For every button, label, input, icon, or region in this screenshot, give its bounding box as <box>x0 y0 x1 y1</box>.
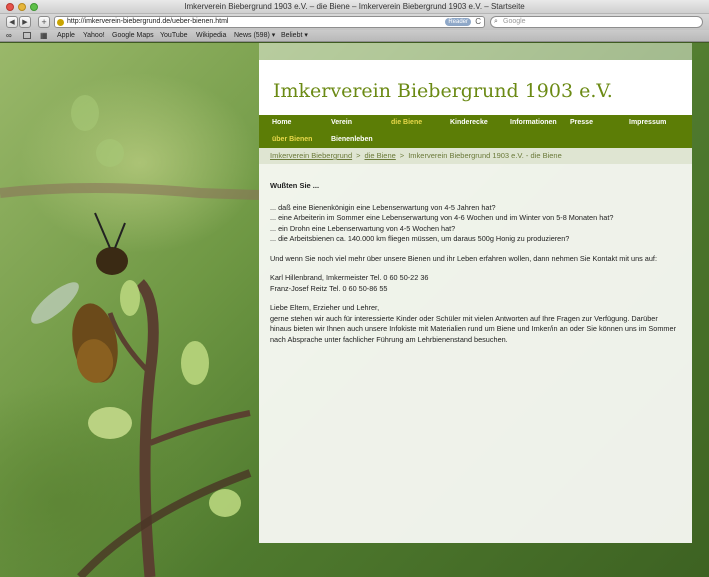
submenu-item-bienenleben[interactable]: Bienenleben <box>331 136 373 143</box>
fact-item: ... die Arbeitsbienen ca. 140.000 km fli… <box>270 234 570 243</box>
submenu-item-ueber-bienen[interactable]: über Bienen <box>272 136 312 143</box>
top-sites-grid-icon[interactable]: ▦ <box>40 30 48 41</box>
contact-item: Karl Hillenbrand, Imkermeister Tel. 0 60… <box>270 273 429 282</box>
window-title: Imkerverein Biebergrund 1903 e.V. – die … <box>184 2 525 11</box>
breadcrumb-link-home[interactable]: Imkerverein Biebergrund <box>270 151 352 160</box>
bookmarks-book-icon[interactable] <box>23 32 31 39</box>
address-bar-url: http://imkerverein-biebergrund.de/ueber-… <box>67 18 229 25</box>
menu-item-informationen[interactable]: Informationen <box>510 119 557 126</box>
main-menu: Home Verein die Biene Kinderecke Informa… <box>259 115 692 148</box>
menu-item-kinderecke[interactable]: Kinderecke <box>450 119 488 126</box>
zoom-window-button[interactable] <box>30 3 38 11</box>
bookmark-news[interactable]: News (598) ▾ <box>234 30 275 41</box>
breadcrumb: Imkerverein Biebergrund > die Biene > Imkerv… <box>259 148 692 164</box>
fact-item: ... eine Arbeiterin im Sommer eine Leben… <box>270 213 614 222</box>
bookmark-beliebt[interactable]: Beliebt ▾ <box>281 30 308 41</box>
site-header: Imkerverein Biebergrund 1903 e.V. <box>259 60 692 115</box>
reader-button[interactable]: Reader <box>445 18 471 26</box>
forward-button[interactable]: ▶ <box>19 16 31 28</box>
add-bookmark-button[interactable]: + <box>38 16 50 28</box>
fact-item: ... daß eine Bienenkönigin eine Lebenser… <box>270 202 496 212</box>
close-window-button[interactable] <box>6 3 14 11</box>
fact-item: ... ein Drohn eine Lebenserwartung von 4… <box>270 223 456 233</box>
content-heading: Wußten Sie ... <box>270 181 320 190</box>
bookmarks-bar: ∞ ▦ Apple Yahoo! Google Maps YouTube Wik… <box>0 30 709 42</box>
site-favicon-icon <box>57 19 64 26</box>
bookmark-google-maps[interactable]: Google Maps <box>112 30 154 41</box>
back-button[interactable]: ◀ <box>6 16 18 28</box>
bookmark-yahoo[interactable]: Yahoo! <box>83 30 105 41</box>
page-top-strip <box>259 43 692 60</box>
address-bar[interactable]: http://imkerverein-biebergrund.de/ueber-… <box>54 16 485 28</box>
menu-item-verein[interactable]: Verein <box>331 119 352 126</box>
bookmark-youtube[interactable]: YouTube <box>160 30 188 41</box>
breadcrumb-separator: > <box>399 151 405 160</box>
menu-item-impressum[interactable]: Impressum <box>629 119 666 126</box>
browser-toolbar: ◀ ▶ + http://imkerverein-biebergrund.de/… <box>0 14 709 30</box>
search-field[interactable]: ⌕ Google <box>490 16 703 28</box>
parents-section: Liebe Eltern, Erzieher und Lehrer, gerne… <box>270 303 681 345</box>
search-icon: ⌕ <box>494 18 498 25</box>
search-placeholder: Google <box>503 18 526 25</box>
facts-list: ... daß eine Bienenkönigin eine Lebenser… <box>270 203 681 245</box>
menu-item-home[interactable]: Home <box>272 119 291 126</box>
site-title[interactable]: Imkerverein Biebergrund 1903 e.V. <box>273 80 613 102</box>
parents-text: gerne stehen wir auch für interessierte … <box>270 313 677 344</box>
minimize-window-button[interactable] <box>18 3 26 11</box>
breadcrumb-link-die-biene[interactable]: die Biene <box>365 151 396 160</box>
reading-list-icon[interactable]: ∞ <box>6 30 12 41</box>
breadcrumb-separator: > <box>356 151 361 160</box>
window-titlebar: Imkerverein Biebergrund 1903 e.V. – die … <box>0 0 709 14</box>
contact-intro: Und wenn Sie noch viel mehr über unsere … <box>270 253 657 263</box>
breadcrumb-current: Imkerverein Biebergrund 1903 e.V. - die … <box>408 151 562 160</box>
bookmark-wikipedia[interactable]: Wikipedia <box>196 30 226 41</box>
menu-item-die-biene[interactable]: die Biene <box>391 119 422 126</box>
reload-icon[interactable]: C <box>475 17 481 27</box>
main-content: Wußten Sie ... ... daß eine Bienenkönigi… <box>259 164 692 543</box>
menu-item-presse[interactable]: Presse <box>570 119 593 126</box>
parents-greeting: Liebe Eltern, Erzieher und Lehrer, <box>270 303 380 312</box>
contact-list: Karl Hillenbrand, Imkermeister Tel. 0 60… <box>270 273 681 294</box>
contact-item: Franz-Josef Reitz Tel. 0 60 50-86 55 <box>270 283 388 293</box>
bookmark-apple[interactable]: Apple <box>57 30 75 41</box>
